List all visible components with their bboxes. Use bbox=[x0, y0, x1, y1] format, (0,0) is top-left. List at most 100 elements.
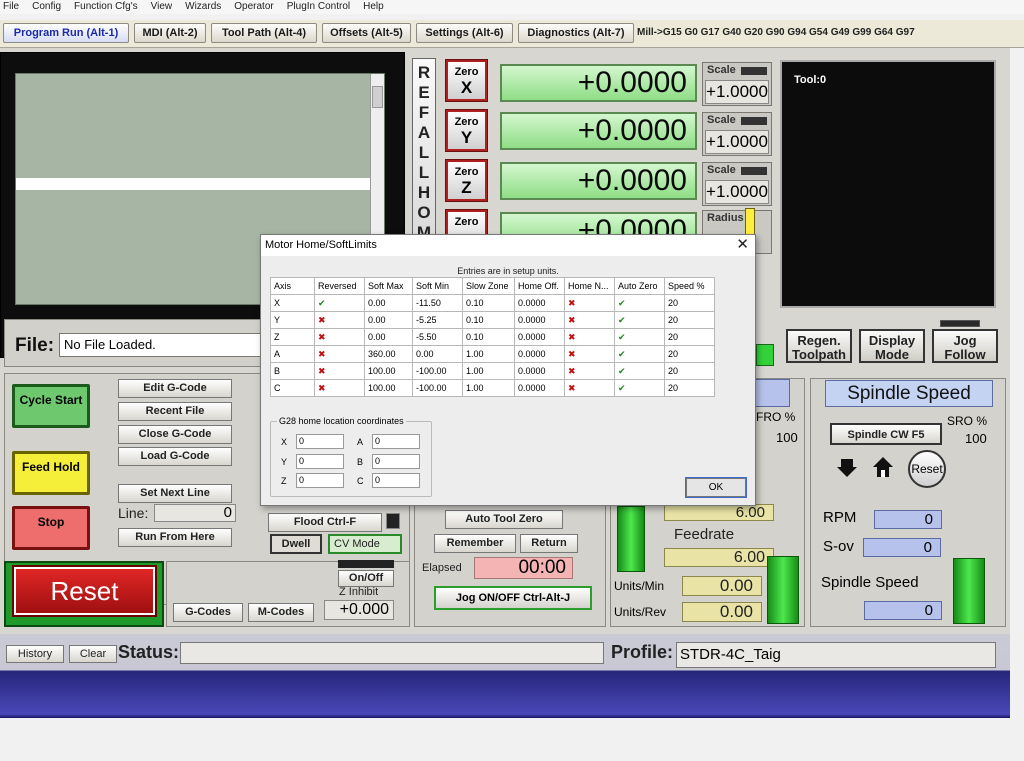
g28-y-input[interactable]: 0 bbox=[296, 454, 344, 469]
g28-c-input[interactable]: 0 bbox=[372, 473, 420, 488]
table-cell[interactable]: 100.00 bbox=[364, 379, 413, 397]
check-icon[interactable]: ✔ bbox=[614, 294, 665, 312]
scroll-thumb[interactable] bbox=[372, 86, 383, 108]
check-icon[interactable]: ✔ bbox=[314, 294, 365, 312]
z-inhibit-value[interactable]: +0.000 bbox=[324, 600, 394, 620]
mcodes-button[interactable]: M-Codes bbox=[248, 603, 314, 622]
dro-z[interactable]: +0.0000 bbox=[500, 162, 697, 200]
ok-button[interactable]: OK bbox=[685, 477, 747, 498]
edit-gcode-button[interactable]: Edit G-Code bbox=[118, 379, 232, 398]
history-button[interactable]: History bbox=[6, 645, 64, 663]
cross-icon[interactable]: ✖ bbox=[564, 294, 615, 312]
menu-config[interactable]: Config bbox=[32, 0, 61, 14]
line-number-field[interactable]: 0 bbox=[154, 504, 236, 522]
ref-all-home-button[interactable]: R E F A L L H O M bbox=[412, 58, 436, 248]
spindle-down-icon[interactable] bbox=[836, 456, 858, 478]
table-cell[interactable]: 0.10 bbox=[462, 311, 515, 329]
table-cell[interactable]: 1.00 bbox=[462, 379, 515, 397]
g28-x-input[interactable]: 0 bbox=[296, 434, 344, 449]
table-cell[interactable]: 0.0000 bbox=[514, 345, 565, 363]
cross-icon[interactable]: ✖ bbox=[314, 345, 365, 363]
table-cell[interactable]: -100.00 bbox=[412, 379, 463, 397]
z-inhibit-onoff-button[interactable]: On/Off bbox=[338, 570, 394, 587]
tab-tool-path[interactable]: Tool Path (Alt-4) bbox=[211, 23, 317, 43]
cross-icon[interactable]: ✖ bbox=[564, 379, 615, 397]
table-cell[interactable]: -11.50 bbox=[412, 294, 463, 312]
table-cell[interactable]: 0.0000 bbox=[514, 328, 565, 346]
table-cell[interactable]: 0.10 bbox=[462, 328, 515, 346]
table-cell[interactable]: -100.00 bbox=[412, 362, 463, 380]
jog-follow-button[interactable]: Jog Follow bbox=[932, 329, 998, 363]
table-cell[interactable]: 0.00 bbox=[364, 311, 413, 329]
set-next-line-button[interactable]: Set Next Line bbox=[118, 484, 232, 503]
table-cell[interactable]: 20 bbox=[664, 345, 715, 363]
dro-x[interactable]: +0.0000 bbox=[500, 64, 697, 102]
cross-icon[interactable]: ✖ bbox=[564, 311, 615, 329]
spindle-home-icon[interactable] bbox=[872, 456, 894, 478]
table-cell[interactable]: 1.00 bbox=[462, 345, 515, 363]
jog-onoff-button[interactable]: Jog ON/OFF Ctrl-Alt-J bbox=[434, 586, 592, 610]
check-icon[interactable]: ✔ bbox=[614, 345, 665, 363]
cycle-start-button[interactable]: Cycle Start bbox=[12, 384, 90, 428]
dro-y[interactable]: +0.0000 bbox=[500, 112, 697, 150]
table-cell[interactable]: 20 bbox=[664, 362, 715, 380]
zero-y-button[interactable]: Zero Y bbox=[445, 109, 488, 152]
return-button[interactable]: Return bbox=[520, 534, 578, 553]
table-cell[interactable]: 20 bbox=[664, 311, 715, 329]
table-cell[interactable]: A bbox=[270, 345, 315, 363]
table-cell[interactable]: X bbox=[270, 294, 315, 312]
tab-offsets[interactable]: Offsets (Alt-5) bbox=[322, 23, 411, 43]
table-cell[interactable]: 0.0000 bbox=[514, 362, 565, 380]
tab-program-run[interactable]: Program Run (Alt-1) bbox=[3, 23, 129, 43]
regen-toolpath-button[interactable]: Regen. Toolpath bbox=[786, 329, 852, 363]
zero-x-button[interactable]: Zero X bbox=[445, 59, 488, 102]
cross-icon[interactable]: ✖ bbox=[314, 362, 365, 380]
recent-file-button[interactable]: Recent File bbox=[118, 402, 232, 421]
spindle-cw-button[interactable]: Spindle CW F5 bbox=[830, 423, 942, 445]
table-cell[interactable]: 0.00 bbox=[364, 328, 413, 346]
table-cell[interactable]: B bbox=[270, 362, 315, 380]
feed-hold-button[interactable]: Feed Hold bbox=[12, 451, 90, 495]
spindle-speed-slider[interactable] bbox=[953, 558, 985, 624]
feed-green-bar[interactable] bbox=[767, 556, 799, 624]
cross-icon[interactable]: ✖ bbox=[564, 362, 615, 380]
flood-button[interactable]: Flood Ctrl-F bbox=[268, 513, 382, 532]
g28-b-input[interactable]: 0 bbox=[372, 454, 420, 469]
table-cell[interactable]: 0.00 bbox=[364, 294, 413, 312]
table-cell[interactable]: 20 bbox=[664, 379, 715, 397]
table-cell[interactable]: -5.25 bbox=[412, 311, 463, 329]
feedrate-value[interactable]: 6.00 bbox=[664, 548, 774, 567]
table-cell[interactable]: 0.10 bbox=[462, 294, 515, 312]
menu-operator[interactable]: Operator bbox=[234, 0, 273, 14]
spindle-reset-button[interactable]: Reset bbox=[908, 450, 946, 488]
table-cell[interactable]: -5.50 bbox=[412, 328, 463, 346]
menu-function-cfgs[interactable]: Function Cfg's bbox=[74, 0, 138, 14]
check-icon[interactable]: ✔ bbox=[614, 328, 665, 346]
stop-button[interactable]: Stop bbox=[12, 506, 90, 550]
zero-z-button[interactable]: Zero Z bbox=[445, 159, 488, 202]
scale-value[interactable]: +1.0000 bbox=[705, 180, 769, 204]
table-cell[interactable]: 20 bbox=[664, 328, 715, 346]
spindle-speed-value[interactable]: 0 bbox=[864, 601, 942, 620]
auto-tool-zero-button[interactable]: Auto Tool Zero bbox=[445, 510, 563, 529]
table-cell[interactable]: C bbox=[270, 379, 315, 397]
g28-a-input[interactable]: 0 bbox=[372, 434, 420, 449]
scale-value[interactable]: +1.0000 bbox=[705, 80, 769, 104]
remember-button[interactable]: Remember bbox=[434, 534, 516, 553]
tab-settings[interactable]: Settings (Alt-6) bbox=[416, 23, 513, 43]
feedrate-slider[interactable] bbox=[617, 506, 645, 572]
close-icon[interactable]: ✕ bbox=[736, 236, 749, 254]
clear-button[interactable]: Clear bbox=[69, 645, 117, 663]
menu-file[interactable]: File bbox=[3, 0, 19, 14]
scale-value[interactable]: +1.0000 bbox=[705, 130, 769, 154]
table-cell[interactable]: 360.00 bbox=[364, 345, 413, 363]
table-cell[interactable]: 20 bbox=[664, 294, 715, 312]
table-cell[interactable]: 0.00 bbox=[412, 345, 463, 363]
reset-button[interactable]: Reset bbox=[12, 565, 157, 617]
load-gcode-button[interactable]: Load G-Code bbox=[118, 447, 232, 466]
cross-icon[interactable]: ✖ bbox=[564, 328, 615, 346]
cross-icon[interactable]: ✖ bbox=[564, 345, 615, 363]
menu-plugin-control[interactable]: PlugIn Control bbox=[287, 0, 350, 14]
fro-feed-value[interactable]: 6.00 bbox=[664, 504, 774, 521]
cross-icon[interactable]: ✖ bbox=[314, 311, 365, 329]
